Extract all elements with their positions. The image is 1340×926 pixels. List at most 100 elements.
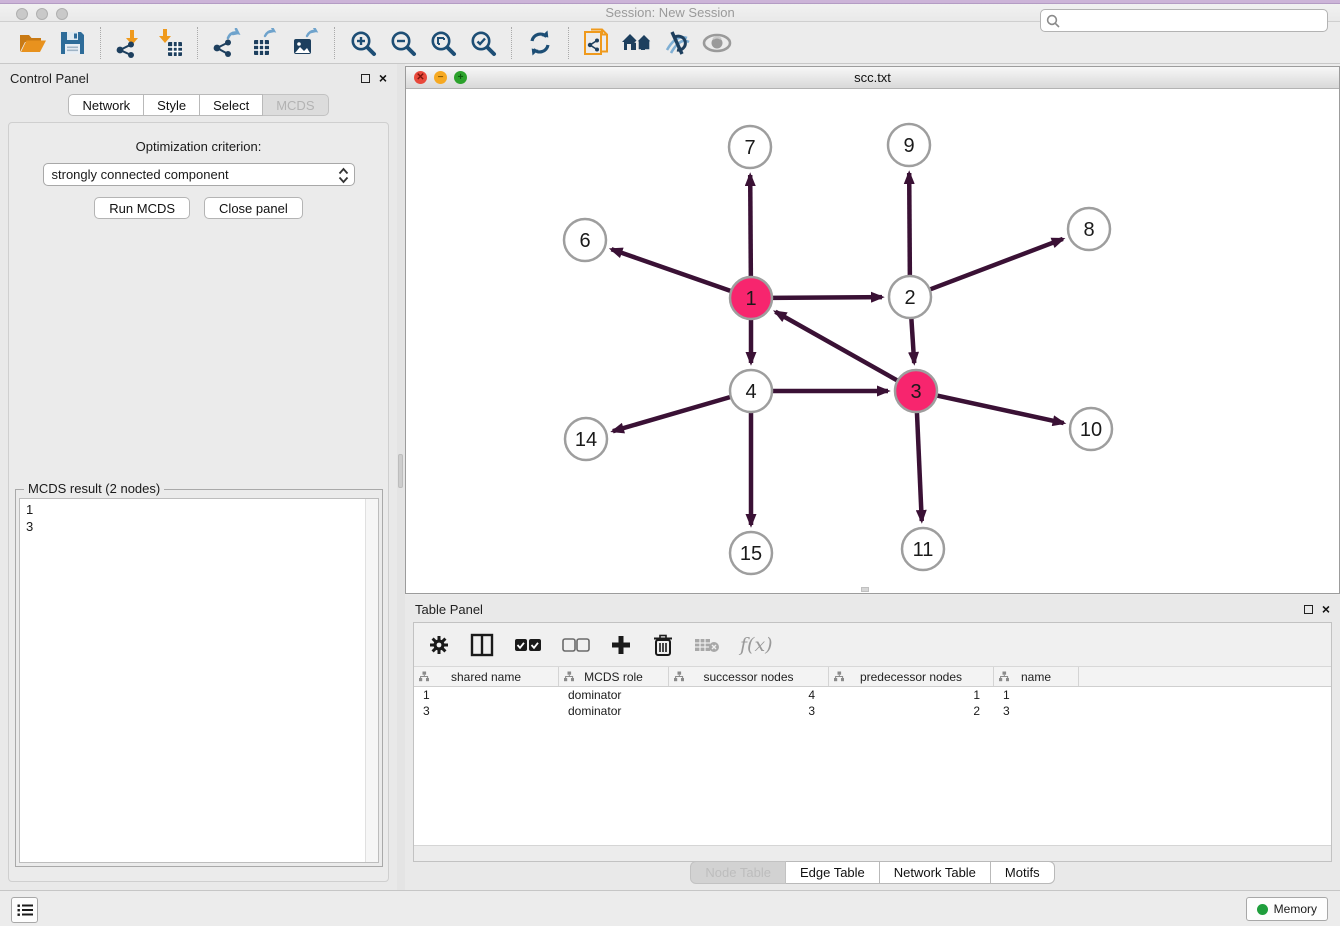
zoom-in-icon[interactable] <box>346 26 380 60</box>
tab-edge-table[interactable]: Edge Table <box>786 861 880 884</box>
edge-1-6[interactable] <box>611 249 731 291</box>
tab-node-table[interactable]: Node Table <box>690 861 786 884</box>
gear-icon[interactable] <box>428 634 450 656</box>
table-panel-close-icon[interactable]: × <box>1322 602 1330 616</box>
edge-4-14[interactable] <box>613 397 731 431</box>
deselect-all-icon[interactable] <box>562 637 590 653</box>
node-9[interactable]: 9 <box>888 124 930 166</box>
network-minimize-button[interactable]: − <box>434 71 447 84</box>
table-cell[interactable]: 4 <box>669 688 829 702</box>
node-10[interactable]: 10 <box>1070 408 1112 450</box>
mcds-result-text[interactable]: 13 <box>19 498 379 863</box>
table-cell[interactable]: 1 <box>829 688 994 702</box>
tab-style[interactable]: Style <box>144 94 200 116</box>
export-table-icon[interactable] <box>249 26 283 60</box>
node-15[interactable]: 15 <box>730 532 772 574</box>
node-11[interactable]: 11 <box>902 528 944 570</box>
close-panel-button[interactable]: Close panel <box>204 197 303 219</box>
node-4[interactable]: 4 <box>730 370 772 412</box>
refresh-icon[interactable] <box>523 26 557 60</box>
table-cell[interactable]: dominator <box>559 688 669 702</box>
window-top-strip <box>0 0 1340 4</box>
delete-icon[interactable] <box>652 633 674 657</box>
memory-button[interactable]: Memory <box>1246 897 1328 921</box>
edge-1-7[interactable] <box>750 175 751 277</box>
import-network-icon[interactable] <box>112 26 146 60</box>
network-window-titlebar[interactable]: ✕ − + scc.txt <box>406 67 1339 89</box>
zoom-fit-icon[interactable] <box>426 26 460 60</box>
control-panel-float-icon[interactable] <box>361 74 370 83</box>
table-hscrollbar[interactable] <box>414 845 1331 861</box>
function-builder-icon[interactable]: f(x) <box>740 634 773 656</box>
table-cell[interactable]: 3 <box>414 704 559 718</box>
node-label: 2 <box>904 287 915 309</box>
network-canvas[interactable]: 7 9 6 8 1 2 4 3 14 10 15 11 <box>406 89 1339 593</box>
mcds-result-scrollbar[interactable] <box>365 499 378 862</box>
control-panel: Control Panel × NetworkStyleSelectMCDS O… <box>0 64 397 890</box>
edge-2-9[interactable] <box>909 173 910 276</box>
open-session-icon[interactable] <box>15 26 49 60</box>
column-header-successor-nodes[interactable]: successor nodes <box>669 667 829 686</box>
search-input[interactable] <box>1040 9 1328 32</box>
add-column-icon[interactable] <box>610 634 632 656</box>
export-image-icon[interactable] <box>289 26 323 60</box>
tab-network[interactable]: Network <box>68 94 144 116</box>
edge-3-11[interactable] <box>917 412 922 521</box>
mcds-result-line: 3 <box>26 518 378 535</box>
table-row[interactable]: 3dominator323 <box>414 703 1331 719</box>
import-table-icon[interactable] <box>152 26 186 60</box>
zoom-out-icon[interactable] <box>386 26 420 60</box>
mcds-result-group: MCDS result (2 nodes) 13 <box>15 489 383 867</box>
table-cell[interactable]: 3 <box>669 704 829 718</box>
edge-1-2[interactable] <box>772 297 882 298</box>
column-header-name[interactable]: name <box>994 667 1079 686</box>
node-8[interactable]: 8 <box>1068 208 1110 250</box>
table-cell[interactable]: 1 <box>414 688 559 702</box>
node-2[interactable]: 2 <box>889 276 931 318</box>
tab-select[interactable]: Select <box>200 94 263 116</box>
hide-graphics-details-icon[interactable] <box>660 26 694 60</box>
save-session-icon[interactable] <box>55 26 89 60</box>
node-1[interactable]: 1 <box>730 277 772 319</box>
split-panel-icon[interactable] <box>470 633 494 657</box>
column-header-label: shared name <box>451 670 521 684</box>
table-cell[interactable]: 3 <box>994 704 1079 718</box>
tab-mcds[interactable]: MCDS <box>263 94 328 116</box>
edge-3-1[interactable] <box>775 312 897 381</box>
edge-2-8[interactable] <box>930 239 1063 290</box>
tab-network-table[interactable]: Network Table <box>880 861 991 884</box>
network-file-icon[interactable] <box>580 26 614 60</box>
tab-motifs[interactable]: Motifs <box>991 861 1055 884</box>
network-close-button[interactable]: ✕ <box>414 71 427 84</box>
table-cell[interactable]: 1 <box>994 688 1079 702</box>
node-6[interactable]: 6 <box>564 219 606 261</box>
splitter-handle[interactable] <box>398 454 403 488</box>
table-row[interactable]: 1dominator411 <box>414 687 1331 703</box>
delete-table-icon[interactable] <box>694 636 720 654</box>
table-panel-float-icon[interactable] <box>1304 605 1313 614</box>
network-maximize-button[interactable]: + <box>454 71 467 84</box>
optimization-criterion-label: Optimization criterion: <box>9 139 388 154</box>
column-header-shared-name[interactable]: shared name <box>414 667 559 686</box>
optimization-criterion-select[interactable]: strongly connected component <box>43 163 355 186</box>
vertical-splitter[interactable] <box>397 64 405 890</box>
column-header-predecessor-nodes[interactable]: predecessor nodes <box>829 667 994 686</box>
edge-3-10[interactable] <box>937 395 1064 423</box>
select-all-icon[interactable] <box>514 637 542 653</box>
table-cell[interactable]: 2 <box>829 704 994 718</box>
memory-label: Memory <box>1274 902 1317 916</box>
export-network-icon[interactable] <box>209 26 243 60</box>
run-mcds-button[interactable]: Run MCDS <box>94 197 190 219</box>
zoom-selected-icon[interactable] <box>466 26 500 60</box>
horizontal-splitter-handle[interactable] <box>861 587 869 592</box>
node-14[interactable]: 14 <box>565 418 607 460</box>
column-header-MCDS-role[interactable]: MCDS role <box>559 667 669 686</box>
edge-2-3[interactable] <box>911 318 914 363</box>
houses-icon[interactable] <box>620 26 654 60</box>
task-history-button[interactable] <box>11 897 38 923</box>
node-7[interactable]: 7 <box>729 126 771 168</box>
control-panel-close-icon[interactable]: × <box>379 71 387 85</box>
show-graphics-details-icon[interactable] <box>700 26 734 60</box>
node-3[interactable]: 3 <box>895 370 937 412</box>
table-cell[interactable]: dominator <box>559 704 669 718</box>
